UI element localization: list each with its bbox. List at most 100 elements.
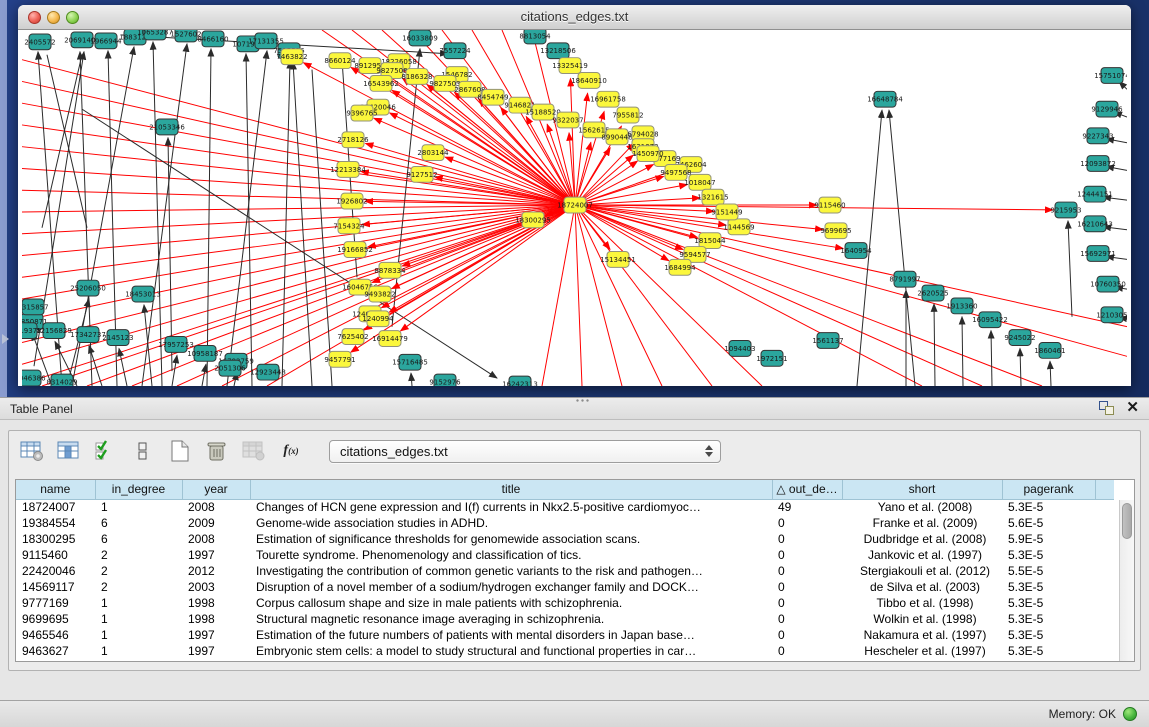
graph-node[interactable]: 9151449 bbox=[711, 204, 742, 220]
vertical-scrollbar[interactable] bbox=[1119, 500, 1134, 661]
new-table-icon[interactable] bbox=[167, 438, 193, 464]
graph-node[interactable]: 12093872 bbox=[1080, 156, 1116, 172]
rows-icon[interactable] bbox=[130, 438, 156, 464]
column-header-title[interactable]: title bbox=[250, 480, 772, 499]
function-builder-icon[interactable]: f(x) bbox=[278, 438, 304, 464]
table-panel-titlebar[interactable]: Table Panel ✕ bbox=[0, 398, 1149, 420]
graph-node[interactable]: 1972151 bbox=[756, 350, 787, 366]
table-options-icon[interactable] bbox=[19, 438, 45, 464]
column-header-pagerank[interactable]: pagerank bbox=[1002, 480, 1095, 499]
delete-table-icon[interactable] bbox=[204, 438, 230, 464]
graph-node[interactable]: 7955812 bbox=[612, 107, 643, 123]
graph-node[interactable]: 16210643 bbox=[1077, 216, 1113, 232]
graph-node[interactable]: 1321615 bbox=[697, 189, 728, 205]
scrollbar-thumb[interactable] bbox=[1122, 503, 1132, 539]
graph-node[interactable]: 2145123 bbox=[102, 330, 133, 346]
graph-node[interactable]: 8466160 bbox=[197, 31, 228, 47]
table-row[interactable]: 1456911722003Disruption of a novel membe… bbox=[16, 579, 1114, 595]
graph-node[interactable]: 1018047 bbox=[684, 174, 715, 190]
graph-node[interactable]: 2405572 bbox=[24, 34, 55, 50]
splitter-grip[interactable] bbox=[575, 399, 589, 402]
column-header-in_degree[interactable]: in_degree bbox=[95, 480, 182, 499]
graph-node[interactable]: 9046386 bbox=[22, 370, 46, 386]
graph-node[interactable]: 8660124 bbox=[324, 53, 356, 69]
graph-node[interactable]: 16095422 bbox=[972, 312, 1008, 328]
graph-node[interactable]: 25206050 bbox=[70, 280, 106, 296]
graph-node[interactable]: 1561137 bbox=[812, 333, 843, 349]
graph-node[interactable]: 1640954 bbox=[840, 243, 872, 259]
graph-node[interactable]: 13218506 bbox=[540, 43, 576, 59]
table-row[interactable]: 1938455462009Genome-wide association stu… bbox=[16, 515, 1114, 531]
table-row[interactable]: 1830029562008Estimation of significance … bbox=[16, 531, 1114, 547]
graph-node[interactable]: 7154324 bbox=[333, 218, 365, 234]
column-header-out_de[interactable]: △ out_de… bbox=[772, 480, 842, 499]
graph-node[interactable]: 1144569 bbox=[723, 219, 754, 235]
table-row[interactable]: 946554611997Estimation of the future num… bbox=[16, 627, 1114, 643]
graph-node[interactable]: 9115460 bbox=[814, 197, 845, 213]
graph-node[interactable]: 7463822 bbox=[276, 49, 307, 65]
graph-node[interactable]: 1210305 bbox=[1096, 307, 1127, 323]
column-header-name[interactable]: name bbox=[16, 480, 95, 499]
table-row[interactable]: 977716911998Corpus callosum shape and si… bbox=[16, 595, 1114, 611]
graph-node[interactable]: 9699695 bbox=[820, 223, 851, 239]
graph-node[interactable]: 9457791 bbox=[324, 351, 355, 367]
network-graph[interactable]: 2405572206914061966944188312410653287152… bbox=[22, 30, 1127, 386]
graph-node[interactable]: 15692971 bbox=[1080, 246, 1116, 262]
graph-node[interactable]: 2051306 bbox=[214, 360, 245, 376]
graph-node[interactable]: 7625402 bbox=[337, 329, 368, 345]
column-header-year[interactable]: year bbox=[182, 480, 250, 499]
table-row[interactable]: 969969511998Structural magnetic resonanc… bbox=[16, 611, 1114, 627]
graph-node[interactable]: 15751074 bbox=[1094, 68, 1127, 84]
graph-node[interactable]: 10760350 bbox=[1090, 276, 1126, 292]
table-row[interactable]: 911546021997Tourette syndrome. Phenomeno… bbox=[16, 547, 1114, 563]
window-titlebar[interactable]: citations_edges.txt bbox=[18, 5, 1131, 30]
network-canvas[interactable]: 2405572206914061966944188312410653287152… bbox=[18, 30, 1131, 386]
close-panel-icon[interactable]: ✕ bbox=[1126, 401, 1139, 415]
graph-node[interactable]: 9227343 bbox=[1082, 128, 1113, 144]
graph-node[interactable]: 2803144 bbox=[417, 145, 449, 161]
graph-node[interactable]: 1913360 bbox=[946, 298, 977, 314]
column-select-icon[interactable] bbox=[56, 438, 82, 464]
graph-node[interactable]: 9127512 bbox=[406, 166, 437, 182]
graph-node[interactable]: 2620525 bbox=[917, 285, 948, 301]
graph-node[interactable]: 1966944 bbox=[90, 33, 122, 49]
graph-node[interactable]: 2718126 bbox=[337, 132, 368, 148]
graph-node[interactable]: 1684994 bbox=[664, 259, 696, 275]
graph-node[interactable]: 16033809 bbox=[402, 30, 438, 46]
table-header[interactable]: namein_degreeyeartitle△ out_de…shortpage… bbox=[16, 480, 1114, 499]
table-selector-dropdown[interactable]: citations_edges.txt bbox=[329, 440, 721, 463]
graph-node[interactable]: 8813054 bbox=[519, 30, 551, 44]
graph-node[interactable]: 9493822 bbox=[364, 286, 395, 302]
graph-node[interactable]: 1860461 bbox=[1034, 342, 1065, 358]
graph-node[interactable]: 8314029 bbox=[46, 374, 77, 386]
graph-node[interactable]: 9396765 bbox=[346, 105, 377, 121]
node-table[interactable]: namein_degreeyeartitle△ out_de…shortpage… bbox=[15, 479, 1135, 662]
table-row[interactable]: 1872400712008Changes of HCN gene express… bbox=[16, 499, 1114, 515]
graph-node[interactable]: 15716485 bbox=[392, 354, 428, 370]
graph-node[interactable]: 13325419 bbox=[552, 58, 588, 74]
graph-node[interactable]: 8878334 bbox=[374, 262, 406, 278]
graph-node[interactable]: 18453013 bbox=[125, 286, 161, 302]
graph-node[interactable]: 9129946 bbox=[1091, 101, 1122, 117]
graph-node[interactable]: 9245022 bbox=[1004, 330, 1035, 346]
table-row[interactable]: 946362711997Embryonic stem cells: a mode… bbox=[16, 643, 1114, 659]
graph-node[interactable]: 9215953 bbox=[1050, 202, 1081, 218]
graph-node[interactable]: 7557224 bbox=[439, 43, 471, 59]
graph-node[interactable]: 8186328 bbox=[401, 69, 432, 85]
graph-node[interactable]: 1094403 bbox=[724, 341, 755, 357]
graph-node[interactable]: 16242313 bbox=[502, 376, 538, 386]
graph-node[interactable]: 19166852 bbox=[337, 242, 373, 258]
graph-node[interactable]: 1926802 bbox=[336, 193, 367, 209]
graph-node[interactable]: 16961758 bbox=[590, 91, 626, 107]
graph-node[interactable]: 12444151 bbox=[1077, 186, 1113, 202]
graph-node[interactable]: 9152976 bbox=[429, 374, 460, 386]
column-header-short[interactable]: short bbox=[842, 480, 1002, 499]
graph-node[interactable]: 18640910 bbox=[571, 73, 607, 89]
table-row[interactable]: 2242004622012Investigating the contribut… bbox=[16, 563, 1114, 579]
graph-node[interactable]: 16914479 bbox=[372, 331, 408, 347]
float-panel-icon[interactable] bbox=[1099, 401, 1114, 415]
graph-node[interactable]: 1240994 bbox=[362, 311, 394, 327]
row-select-icon[interactable] bbox=[93, 438, 119, 464]
graph-node[interactable]: 16648784 bbox=[867, 91, 903, 107]
graph-node[interactable]: 15134451 bbox=[600, 252, 636, 268]
